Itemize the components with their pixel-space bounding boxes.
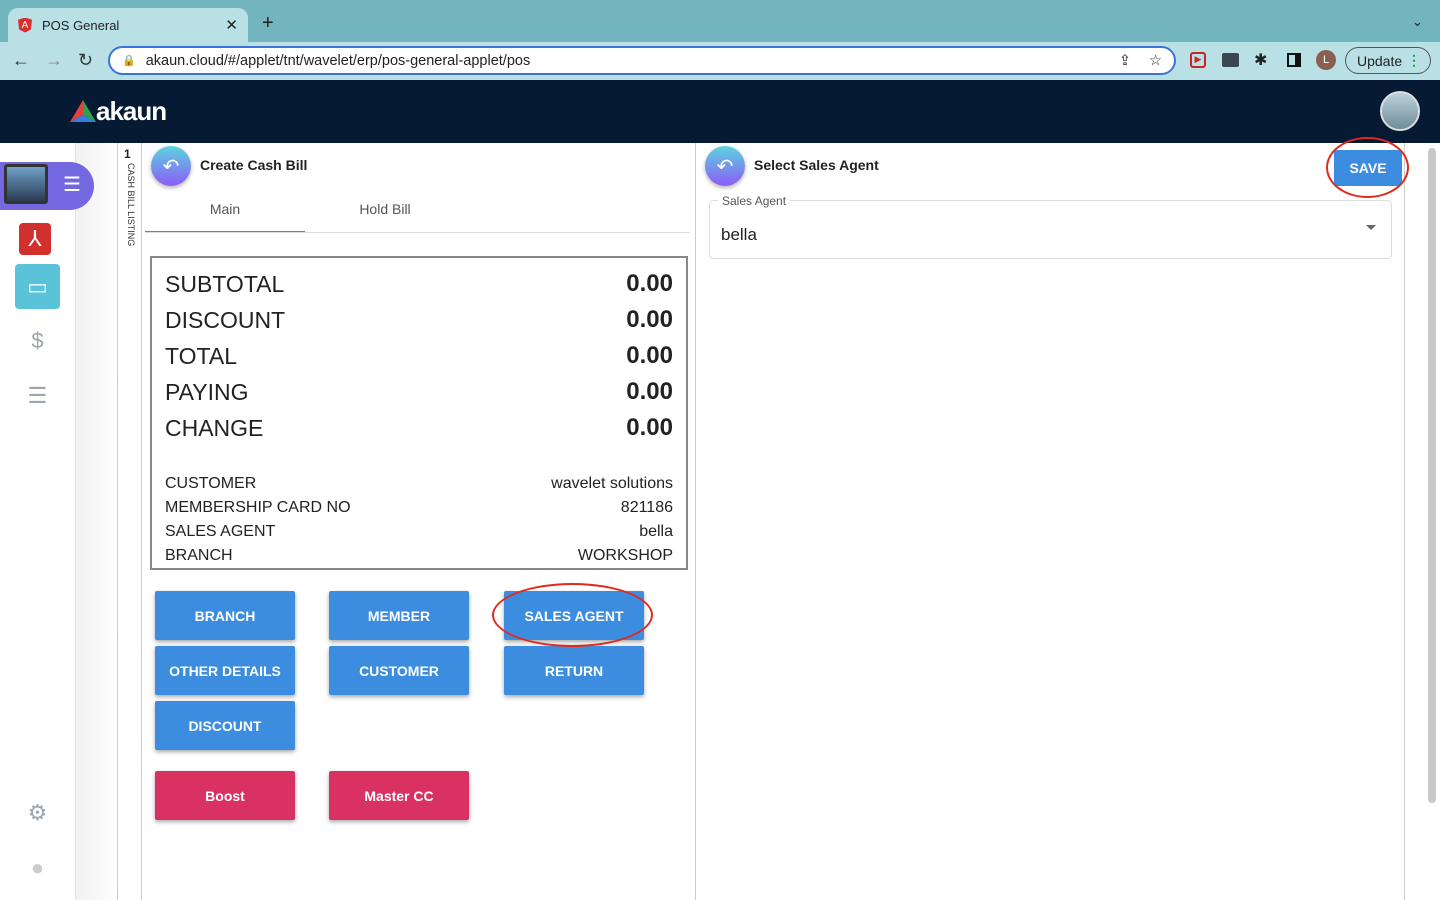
discount-button[interactable]: DISCOUNT	[155, 701, 295, 750]
update-button[interactable]: Update ⋮	[1345, 47, 1431, 74]
extensions-puzzle-icon[interactable]: ✱	[1254, 50, 1267, 70]
scrollbar[interactable]	[1428, 148, 1436, 803]
detail-label: CUSTOMER	[165, 475, 257, 492]
highlight-circle	[1326, 137, 1409, 198]
logo-text: akaun	[96, 96, 167, 126]
back-arrow-icon[interactable]: ↶	[705, 146, 745, 186]
back-icon[interactable]: ←	[12, 50, 30, 71]
extension-icon[interactable]: ▶	[1190, 52, 1206, 68]
menu-dots-icon[interactable]: ⋮	[1407, 52, 1421, 69]
sales-agent-select[interactable]: Sales Agent bella	[709, 194, 1392, 259]
profile-avatar[interactable]: L	[1316, 50, 1336, 70]
total-label: CHANGE	[165, 414, 264, 441]
cash-register-icon[interactable]: ▭	[15, 264, 60, 309]
total-row: TOTAL 0.00	[165, 338, 673, 374]
panel-title: Create Cash Bill	[200, 157, 308, 173]
sidebar	[0, 143, 76, 900]
total-label: PAYING	[165, 378, 249, 405]
total-label: TOTAL	[165, 342, 237, 369]
total-label: DISCOUNT	[165, 306, 286, 333]
total-value: 0.00	[626, 270, 673, 297]
akaun-logo[interactable]: akaun	[70, 96, 167, 127]
bill-summary: SUBTOTAL 0.00 DISCOUNT 0.00 TOTAL 0.00 PAYING 0…	[150, 256, 688, 570]
panel-gutter	[76, 143, 118, 900]
master-cc-payment-button[interactable]: Master CC	[329, 771, 469, 820]
tab-title: POS General	[42, 17, 120, 33]
detail-label: BRANCH	[165, 547, 233, 564]
detail-label: MEMBERSHIP CARD NO	[165, 499, 351, 516]
lock-icon: 🔒	[122, 55, 136, 67]
detail-row: SALES AGENT bella	[165, 520, 673, 544]
boost-payment-button[interactable]: Boost	[155, 771, 295, 820]
settings-gear-icon[interactable]: ⚙	[15, 790, 60, 835]
side-panel-icon[interactable]	[1287, 53, 1301, 67]
user-avatar[interactable]	[1380, 91, 1420, 131]
extension-dots-icon[interactable]	[1222, 53, 1239, 67]
customer-button[interactable]: CUSTOMER	[329, 646, 469, 695]
detail-row: BRANCH WORKSHOP	[165, 544, 673, 568]
tab-main[interactable]: Main	[145, 193, 305, 233]
bookmark-star-icon[interactable]: ☆	[1149, 53, 1162, 69]
total-value: 0.00	[626, 342, 673, 369]
detail-value: wavelet solutions	[551, 475, 673, 492]
right-panel-border	[1404, 143, 1405, 900]
browser-tab[interactable]: A POS General ✕	[8, 8, 248, 42]
new-tab-icon[interactable]: +	[262, 12, 274, 35]
tab-list-chevron-icon[interactable]: ⌄	[1412, 14, 1423, 30]
adobe-icon[interactable]: ⅄	[19, 223, 51, 255]
app-header	[0, 80, 1440, 143]
total-label: SUBTOTAL	[165, 270, 285, 297]
total-value: 0.00	[626, 414, 673, 441]
applet-switcher[interactable]: ☰	[0, 162, 94, 210]
cash-bill-listing-tab[interactable]: CASH BILL LISTING	[120, 163, 136, 246]
menu-expand-icon[interactable]: ☰	[63, 172, 81, 197]
share-icon[interactable]: ⇪	[1119, 53, 1131, 69]
detail-value: 821186	[620, 499, 673, 516]
total-value: 0.00	[626, 378, 673, 405]
address-bar[interactable]: 🔒 akaun.cloud/#/applet/tnt/wavelet/erp/po…	[108, 46, 1176, 75]
total-row: CHANGE 0.00	[165, 410, 673, 446]
highlight-circle	[492, 583, 653, 647]
profile-icon[interactable]: ●	[15, 845, 60, 890]
detail-value: WORKSHOP	[577, 547, 673, 564]
logo-triangle-icon	[70, 99, 96, 122]
field-label: Sales Agent	[718, 194, 791, 208]
return-button[interactable]: RETURN	[504, 646, 644, 695]
total-value: 0.00	[626, 306, 673, 333]
listing-count: 1	[124, 147, 131, 161]
field-value: bella	[721, 225, 757, 244]
other-details-button[interactable]: OTHER DETAILS	[155, 646, 295, 695]
close-tab-icon[interactable]: ✕	[225, 16, 238, 34]
angular-icon: A	[18, 17, 32, 33]
tab-hold-bill[interactable]: Hold Bill	[305, 193, 465, 233]
update-label: Update	[1357, 52, 1403, 69]
back-arrow-icon[interactable]: ↶	[151, 146, 191, 186]
reload-icon[interactable]: ↻	[78, 50, 93, 71]
total-row: PAYING 0.00	[165, 374, 673, 410]
branch-button[interactable]: BRANCH	[155, 591, 295, 640]
detail-row: CUSTOMER wavelet solutions	[165, 472, 673, 496]
total-row: SUBTOTAL 0.00	[165, 266, 673, 302]
total-row: DISCOUNT 0.00	[165, 302, 673, 338]
detail-value: bella	[639, 523, 673, 540]
forward-icon[interactable]: →	[45, 50, 63, 71]
pos-terminal-icon	[4, 164, 48, 204]
detail-row: MEMBERSHIP CARD NO 821186	[165, 496, 673, 520]
detail-label: SALES AGENT	[165, 523, 276, 540]
list-icon[interactable]: ☰	[15, 373, 60, 418]
member-button[interactable]: MEMBER	[329, 591, 469, 640]
dollar-icon[interactable]: $	[15, 318, 60, 363]
dropdown-arrow-icon[interactable]	[1366, 225, 1376, 235]
panel-title: Select Sales Agent	[754, 157, 879, 173]
url-text: akaun.cloud/#/applet/tnt/wavelet/erp/pos…	[145, 52, 531, 69]
tab-divider	[145, 232, 690, 233]
